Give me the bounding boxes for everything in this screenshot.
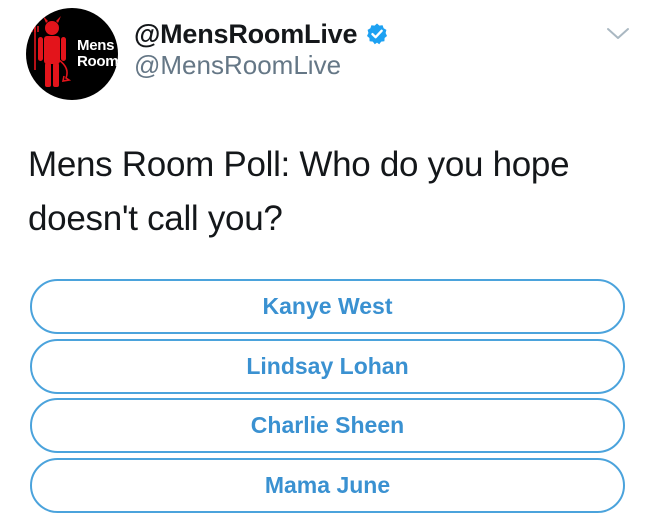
display-name[interactable]: @MensRoomLive <box>134 19 357 50</box>
verified-badge-icon <box>365 22 389 46</box>
tweet-text: Mens Room Poll: Who do you hope doesn't … <box>28 138 628 246</box>
poll-option-lindsay-lohan[interactable]: Lindsay Lohan <box>30 338 625 394</box>
tweet-card: Mens Room @MensRoomLive @MensRoomLive Me… <box>0 0 654 515</box>
chevron-down-icon[interactable] <box>606 26 630 42</box>
tweet-text-line2: doesn't call you? <box>28 199 283 238</box>
poll-option-mama-june[interactable]: Mama June <box>30 457 625 513</box>
profile-avatar[interactable]: Mens Room <box>26 8 118 100</box>
poll-option-charlie-sheen[interactable]: Charlie Sheen <box>30 398 625 453</box>
avatar-logo-text: Mens Room <box>77 38 118 70</box>
poll: Kanye West Lindsay Lohan Charlie Sheen M… <box>30 279 625 517</box>
display-name-row[interactable]: @MensRoomLive <box>134 16 389 52</box>
avatar-logo-line1: Mens <box>77 37 115 54</box>
avatar-logo-line2: Room <box>77 53 118 70</box>
username[interactable]: @MensRoomLive <box>134 50 341 81</box>
tweet-text-line1: Mens Room Poll: Who do you hope <box>28 145 570 184</box>
poll-option-kanye-west[interactable]: Kanye West <box>30 279 625 334</box>
